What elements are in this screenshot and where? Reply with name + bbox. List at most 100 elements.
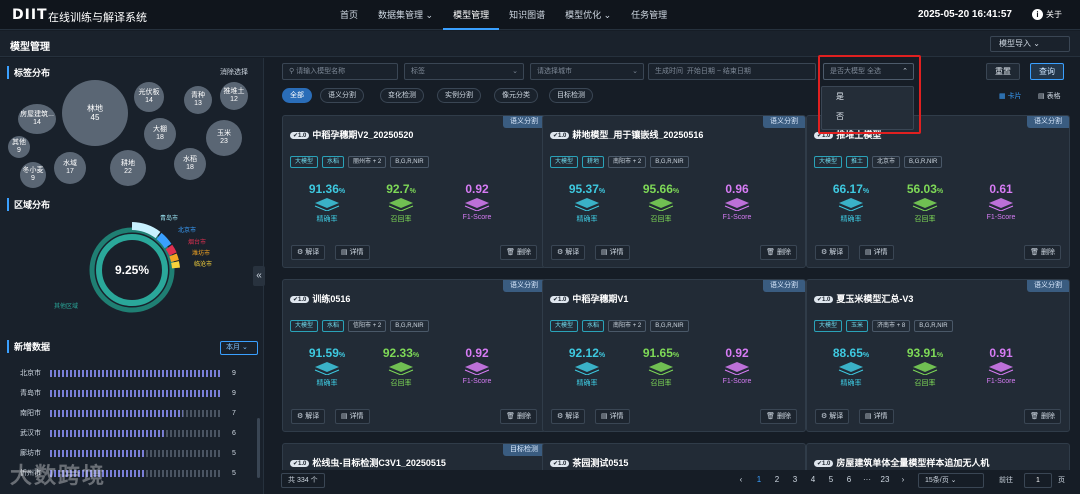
model-card[interactable]: 语义分割 ✔1.0 训练0516 大模型 水稻 信阳市 + 2 B,G,R,NIR 91.59… [282,279,546,432]
chip-pixel-class[interactable]: 像元分类 [494,88,538,103]
nav-home[interactable]: 首页 [330,0,368,30]
donut-seg-lincang[interactable] [171,261,180,269]
detail-button[interactable]: ▤ 详情 [595,245,630,260]
interpret-button[interactable]: ⚙ 解译 [291,409,326,424]
detail-button[interactable]: ▤ 详情 [335,245,370,260]
tag-select[interactable]: 标签 ⌄ [404,63,524,80]
card-view-toggle[interactable]: ▦ 卡片 [999,91,1022,101]
model-card[interactable]: 语义分割 ✔1.0 中稻孕穗期V2_20250520 大模型 水稻 丽州市 + 2 B,G,… [282,115,546,268]
page-size-select[interactable]: 15条/页 ⌄ [918,473,984,488]
page-item[interactable]: › [896,475,910,484]
date-range-picker[interactable]: 生成时间 开始日期 ~ 结束日期 [648,63,816,80]
metric-number: 95.66 [642,182,673,196]
bubble-green[interactable]: 青种 13 [184,86,212,114]
donut-seg-yantai[interactable] [165,244,177,256]
metric-name: 召回率 [914,380,936,387]
chip-instance-seg[interactable]: 实例分割 [437,88,481,103]
page-item[interactable]: 6 [842,475,856,484]
bubble-rice[interactable]: 水稻 18 [174,148,206,180]
bubble-pv[interactable]: 光伏板 14 [134,82,164,112]
detail-button[interactable]: ▤ 详情 [595,409,630,424]
about-button[interactable]: i 关于 [1032,9,1062,20]
chip-object-detect[interactable]: 目标检测 [549,88,593,103]
page-item[interactable]: ‹ [734,475,748,484]
page-item[interactable]: 3 [788,475,802,484]
metric-name: 精确率 [576,380,598,387]
nav-dataset[interactable]: 数据集管理 ⌄ [368,0,443,30]
bubble-count: 14 [145,97,153,104]
collapse-sidebar-button[interactable]: « [253,266,265,286]
detail-button[interactable]: ▤ 详情 [859,409,894,424]
card-label: B,G,R,NIR [390,156,429,168]
region-donut-chart: 9.25% 青岛市 北京市 烟台市 潍坊市 临沧市 其他区域 [54,214,212,313]
metric-a: 92.12% 精确率 [557,346,617,388]
card-label: B,G,R,NIR [390,320,429,332]
new-data-row: 青岛市 9 [20,388,236,398]
bubble-farmland[interactable]: 耕地 22 [110,150,146,186]
donut-center-value: 9.25% [115,263,149,277]
bubble-label: 房屋建筑... [20,110,54,118]
bubble-building[interactable]: 房屋建筑... 14 [18,104,56,134]
detail-button[interactable]: ▤ 详情 [335,409,370,424]
reset-button[interactable]: 重置 [986,63,1020,80]
main-nav: 首页 数据集管理 ⌄ 模型管理 知识图谱 模型优化 ⌄ 任务管理 [330,0,677,30]
model-card[interactable]: 语义分割 ✔1.0 耕地模型_用于镶嵌线_20250516 大模型 耕地 南阳市 + 2B… [542,115,806,268]
delete-button[interactable]: 🗑 删除 [500,409,537,424]
delete-button[interactable]: 🗑 删除 [760,245,797,260]
bubble-wheat[interactable]: 冬小麦 9 [20,162,46,188]
model-card[interactable]: 语义分割 ✔1.0 推堆土模型 大模型 推土 北京市 B,G,R,NIR 66.17% 精确率 5… [806,115,1070,268]
model-card[interactable]: 语义分割 ✔1.0 夏玉米模型汇总-V3 大模型 玉米 济南市 + 8 B,G,R,NIR 8… [806,279,1070,432]
metric-name: 精确率 [840,216,862,223]
page-item[interactable]: 23 [878,475,892,484]
sidebar: 标签分布 消除选择 林地 45 光伏板 14 青种 13 推堆土 12 房屋建筑... 1… [0,58,264,494]
detail-label: 详情 [609,413,624,420]
delete-button[interactable]: 🗑 删除 [1024,245,1061,260]
metric-number: 92.7 [386,182,410,196]
interpret-button[interactable]: ⚙ 解译 [551,409,586,424]
metric-number: 56.03 [906,182,937,196]
interpret-button[interactable]: ⚙ 解译 [551,245,586,260]
nav-optimize[interactable]: 模型优化 ⌄ [555,0,621,30]
chip-change-detect[interactable]: 变化检测 [380,88,424,103]
metric-value: 0.92 [707,346,767,360]
bubble-corn[interactable]: 玉米 23 [206,120,242,156]
page-item[interactable]: 1 [752,475,766,484]
delete-button[interactable]: 🗑 删除 [760,409,797,424]
metric-name: F1-Score [722,214,752,221]
bubble-water[interactable]: 水域 17 [54,152,86,184]
bubble-other[interactable]: 其他 9 [8,136,30,158]
page-item[interactable]: 4 [806,475,820,484]
query-button[interactable]: 查询 [1030,63,1064,80]
model-name-search-input[interactable]: ⚲ 请输入模型名称 [282,63,398,80]
delete-button[interactable]: 🗑 删除 [500,245,537,260]
interpret-button[interactable]: ⚙ 解译 [815,409,850,424]
metric-unit: % [598,352,606,359]
city-select[interactable]: 请选择城市 ⌄ [530,63,644,80]
clear-selection-link[interactable]: 消除选择 [220,67,248,77]
city-bar [50,389,220,397]
table-view-toggle[interactable]: ▤ 表格 [1038,91,1061,101]
nav-knowledge[interactable]: 知识图谱 [499,0,555,30]
bubble-pile[interactable]: 推堆土 12 [220,82,248,110]
nav-model[interactable]: 模型管理 [443,0,500,30]
metric-a: 91.36% 精确率 [297,182,357,224]
delete-button[interactable]: 🗑 删除 [1024,409,1061,424]
interpret-button[interactable]: ⚙ 解译 [815,245,850,260]
page-item[interactable]: 5 [824,475,838,484]
bubble-greenhouse[interactable]: 大棚 18 [144,118,176,150]
chip-all[interactable]: 全部 [282,88,312,103]
nav-task[interactable]: 任务管理 [621,0,677,30]
goto-page-input[interactable]: 1 [1024,473,1052,488]
interpret-button[interactable]: ⚙ 解译 [291,245,326,260]
month-select[interactable]: 本月 ⌄ [220,341,258,355]
delete-label: 删除 [517,413,531,420]
page-item[interactable]: ··· [860,475,874,484]
detail-button[interactable]: ▤ 详情 [859,245,894,260]
model-import-button[interactable]: 模型导入 ⌄ [990,36,1070,52]
chip-semantic-seg[interactable]: 语义分割 [320,88,364,103]
donut-seg-weifang[interactable] [169,253,179,263]
bubble-forest[interactable]: 林地 45 [62,80,128,146]
sidebar-scrollbar[interactable] [257,418,260,478]
page-item[interactable]: 2 [770,475,784,484]
model-card[interactable]: 语义分割 ✔1.0 中稻孕穗期V1 大模型 水稻 南阳市 + 2 B,G,R,NIR 92.1… [542,279,806,432]
